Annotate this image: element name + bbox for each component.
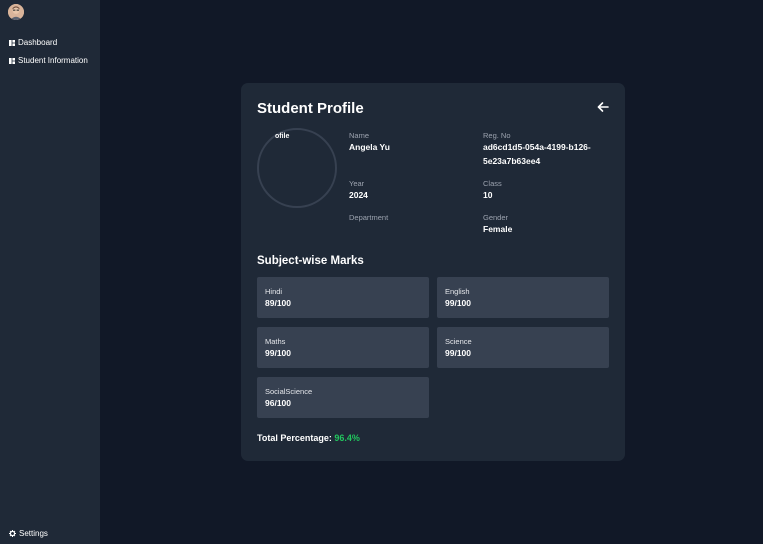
sidebar: Dashboard Student Information Settings <box>0 0 100 544</box>
department-label: Department <box>349 213 389 222</box>
class-label: Class <box>483 179 502 188</box>
gear-icon <box>9 530 16 537</box>
student-info-icon <box>9 57 15 64</box>
reg-no-value-line1: ad6cd1d5-054a-4199-b126- <box>483 142 591 152</box>
mark-card-science: Science 99/100 <box>437 327 609 368</box>
mark-card-hindi: Hindi 89/100 <box>257 277 429 318</box>
sidebar-item-settings[interactable]: Settings <box>9 529 48 538</box>
arrow-left-icon[interactable] <box>597 101 609 113</box>
total-percentage: Total Percentage: 96.4% <box>257 433 360 443</box>
sidebar-item-label: Student Information <box>18 56 88 65</box>
mark-card-social-science: SocialScience 96/100 <box>257 377 429 418</box>
sidebar-item-dashboard[interactable]: Dashboard <box>9 38 57 47</box>
class-value: 10 <box>483 190 493 200</box>
reg-no-label: Reg. No <box>483 131 511 140</box>
mark-card-maths: Maths 99/100 <box>257 327 429 368</box>
avatar[interactable] <box>8 4 24 20</box>
subject-name: English <box>445 287 470 296</box>
subject-score: 89/100 <box>265 298 291 308</box>
gender-value: Female <box>483 224 513 234</box>
student-profile-card: Student Profile ofile Name Angela Yu Reg… <box>241 83 625 461</box>
page-title: Student Profile <box>257 100 364 117</box>
subject-name: Maths <box>265 337 286 346</box>
subject-marks-title: Subject-wise Marks <box>257 255 364 267</box>
sidebar-item-student-information[interactable]: Student Information <box>9 56 88 65</box>
total-percentage-label: Total Percentage: <box>257 433 332 443</box>
mark-card-english: English 99/100 <box>437 277 609 318</box>
subject-score: 99/100 <box>265 348 291 358</box>
total-percentage-value: 96.4% <box>334 433 360 443</box>
settings-label: Settings <box>19 529 48 538</box>
dashboard-icon <box>9 39 15 46</box>
year-label: Year <box>349 179 365 188</box>
subject-score: 99/100 <box>445 298 471 308</box>
name-label: Name <box>349 131 370 140</box>
year-value: 2024 <box>349 190 368 200</box>
subject-name: SocialScience <box>265 387 313 396</box>
gender-label: Gender <box>483 213 509 222</box>
avatar-image <box>8 4 24 20</box>
reg-no-value-line2: 5e23a7b63ee4 <box>483 156 541 166</box>
subject-name: Hindi <box>265 287 283 296</box>
subject-score: 99/100 <box>445 348 471 358</box>
sidebar-item-label: Dashboard <box>18 38 58 47</box>
subject-name: Science <box>445 337 472 346</box>
profile-image-alt-text: ofile <box>275 133 290 140</box>
name-value: Angela Yu <box>349 142 390 152</box>
subject-score: 96/100 <box>265 398 291 408</box>
profile-image <box>257 128 337 208</box>
